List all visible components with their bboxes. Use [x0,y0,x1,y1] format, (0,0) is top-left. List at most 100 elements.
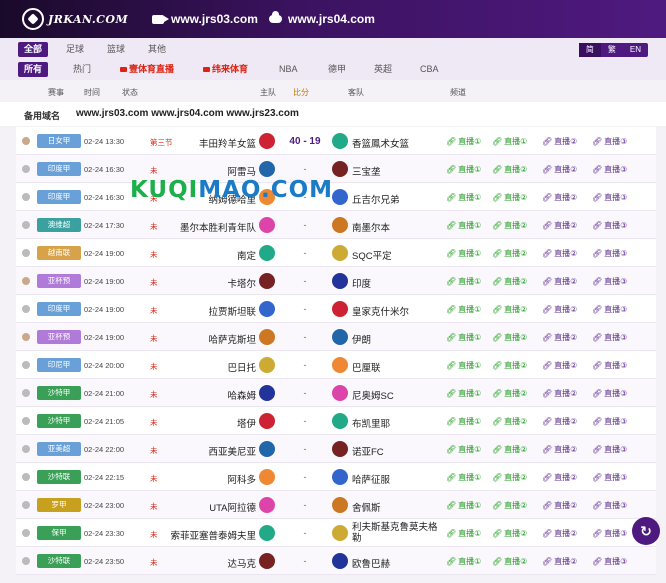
filter-bundesliga[interactable]: 德甲 [322,62,352,77]
stream-link[interactable]: 🔗︎ 直播① [446,556,481,567]
home-team[interactable]: 巴日托 [227,360,256,374]
league-badge[interactable]: 保甲 [37,526,81,540]
stream-link[interactable]: 🔗︎ 直播① [446,304,481,315]
stream-link[interactable]: 🔗︎ 直播② [542,220,577,231]
match-row[interactable]: 沙特甲 02-24 21:05 未塔伊 - 布凯里耶 🔗︎ 直播① 🔗︎ 直播② 🔗︎ 直播② 🔗︎ 直… [16,407,656,435]
domain-link-1[interactable]: www.jrs03.com [152,12,258,26]
tab-other[interactable]: 其他 [142,42,172,57]
match-row[interactable]: 日女甲 02-24 13:30 第三节 丰田羚羊女篮 40 - 19 香篮鳳术女篮 🔗︎ 直播… [16,127,656,155]
home-team[interactable]: 哈森姆 [227,388,256,402]
stream-link[interactable]: 🔗︎ 直播② [492,556,527,567]
match-row[interactable]: 保甲 02-24 23:30 未索菲亚塞普泰姆夫里 - 利夫斯基克鲁莫夫格勒 🔗︎ 直播① 🔗… [16,519,656,547]
league-badge[interactable]: 沙特联 [37,470,81,484]
league-badge[interactable]: 印度甲 [37,302,81,316]
away-team[interactable]: 三宝垄 [352,164,381,178]
away-team[interactable]: 尼奥姆SC [352,388,394,402]
away-team[interactable]: SQC平定 [352,248,392,262]
league-badge[interactable]: 印度甲 [37,162,81,176]
stream-link[interactable]: 🔗︎ 直播① [446,360,481,371]
domain-link-2[interactable]: www.jrs04.com [269,11,375,26]
stream-link[interactable]: 🔗︎ 直播① [446,388,481,399]
lang-english[interactable]: EN [623,43,648,57]
home-team[interactable]: 墨尔本胜利青年队 [180,220,256,234]
home-team[interactable]: 达马克 [227,556,256,570]
stream-link[interactable]: 🔗︎ 直播③ [592,276,627,287]
tab-all-sports[interactable]: 全部 [18,42,49,57]
stream-link[interactable]: 🔗︎ 直播① [446,528,481,539]
stream-link[interactable]: 🔗︎ 直播② [542,444,577,455]
stream-link[interactable]: 🔗︎ 直播② [492,276,527,287]
stream-link[interactable]: 🔗︎ 直播① [446,164,481,175]
away-team[interactable]: 欧鲁巴赫 [352,556,390,570]
stream-link[interactable]: 🔗︎ 直播② [542,136,577,147]
stream-link[interactable]: 🔗︎ 直播① [446,500,481,511]
league-badge[interactable]: 日女甲 [37,134,81,148]
stream-link[interactable]: 🔗︎ 直播① [446,472,481,483]
home-team[interactable]: 西亚美尼亚 [208,444,256,458]
league-badge[interactable]: 印度甲 [37,190,81,204]
match-row[interactable]: 印度甲 02-24 19:00 未拉贾斯坦联 - 皇家克什米尔 🔗︎ 直播① 🔗︎ 直播② 🔗︎ 直… [16,295,656,323]
stream-link[interactable]: 🔗︎ 直播③ [592,304,627,315]
stream-link[interactable]: 🔗︎ 直播② [542,556,577,567]
filter-nba[interactable]: NBA [273,62,304,77]
stream-link[interactable]: 🔗︎ 直播③ [592,360,627,371]
stream-link[interactable]: 🔗︎ 直播① [492,136,527,147]
away-team[interactable]: 伊朗 [352,332,371,346]
filter-all[interactable]: 所有 [18,62,49,77]
league-badge[interactable]: 亚杯预 [37,330,81,344]
stream-link[interactable]: 🔗︎ 直播① [446,248,481,259]
league-badge[interactable]: 亚美超 [37,442,81,456]
stream-link[interactable]: 🔗︎ 直播② [542,192,577,203]
match-row[interactable]: 越南联 02-24 19:00 未南定 - SQC平定 🔗︎ 直播① 🔗︎ 直播② 🔗︎ 直播② 🔗︎… [16,239,656,267]
away-team[interactable]: 巴厘联 [352,360,381,374]
stream-link[interactable]: 🔗︎ 直播② [492,360,527,371]
stream-link[interactable]: 🔗︎ 直播② [542,360,577,371]
filter-cba[interactable]: CBA [414,62,445,77]
stream-link[interactable]: 🔗︎ 直播② [542,164,577,175]
league-badge[interactable]: 澳维超 [37,218,81,232]
match-row[interactable]: 印度甲 02-24 16:30 未阿雷马 - 三宝垄 🔗︎ 直播① 🔗︎ 直播② 🔗︎ 直播② 🔗︎ 直… [16,155,656,183]
stream-link[interactable]: 🔗︎ 直播② [492,416,527,427]
league-badge[interactable]: 沙特甲 [37,414,81,428]
stream-link[interactable]: 🔗︎ 直播① [446,332,481,343]
match-row[interactable]: 澳维超 02-24 17:30 未墨尔本胜利青年队 - 南墨尔本 🔗︎ 直播① 🔗︎ 直播② 🔗︎… [16,211,656,239]
lang-traditional[interactable]: 繁 [601,43,623,57]
stream-link[interactable]: 🔗︎ 直播② [492,444,527,455]
home-team[interactable]: 阿科多 [227,472,256,486]
match-row[interactable]: 亚杯预 02-24 19:00 未哈萨克斯坦 - 伊朗 🔗︎ 直播① 🔗︎ 直播② 🔗︎ 直播② 🔗︎… [16,323,656,351]
stream-link[interactable]: 🔗︎ 直播③ [592,332,627,343]
away-team[interactable]: 布凯里耶 [352,416,390,430]
stream-link[interactable]: 🔗︎ 直播③ [592,136,627,147]
stream-link[interactable]: 🔗︎ 直播② [542,388,577,399]
away-team[interactable]: 丘吉尔兄弟 [352,192,400,206]
stream-link[interactable]: 🔗︎ 直播② [542,500,577,511]
filter-epl[interactable]: 英超 [368,62,398,77]
lang-simplified[interactable]: 简 [578,43,601,57]
match-row[interactable]: 罗甲 02-24 23:00 未 UTA阿拉德 - 舍佩斯 🔗︎ 直播① 🔗︎ 直播② 🔗︎ 直播② 🔗… [16,491,656,519]
home-team[interactable]: 阿雷马 [227,164,256,178]
stream-link[interactable]: 🔗︎ 直播② [542,416,577,427]
stream-link[interactable]: 🔗︎ 直播③ [592,248,627,259]
home-team[interactable]: 塔伊 [237,416,256,430]
stream-link[interactable]: 🔗︎ 直播② [542,248,577,259]
stream-link[interactable]: 🔗︎ 直播② [492,528,527,539]
home-team[interactable]: 丰田羚羊女篮 [199,136,256,150]
league-badge[interactable]: 罗甲 [37,498,81,512]
league-badge[interactable]: 亚杯预 [37,274,81,288]
stream-link[interactable]: 🔗︎ 直播② [492,220,527,231]
site-logo[interactable]: JRKAN.COM [22,7,128,31]
stream-link[interactable]: 🔗︎ 直播② [542,304,577,315]
home-team[interactable]: 卡塔尔 [227,276,256,290]
away-team[interactable]: 利夫斯基克鲁莫夫格勒 [352,522,442,544]
stream-link[interactable]: 🔗︎ 直播③ [592,388,627,399]
away-team[interactable]: 印度 [352,276,371,290]
stream-link[interactable]: 🔗︎ 直播② [492,472,527,483]
league-badge[interactable]: 印尼甲 [37,358,81,372]
stream-link[interactable]: 🔗︎ 直播① [446,136,481,147]
home-team[interactable]: 哈萨克斯坦 [208,332,256,346]
stream-link[interactable]: 🔗︎ 直播② [492,500,527,511]
match-row[interactable]: 印尼甲 02-24 20:00 未巴日托 - 巴厘联 🔗︎ 直播① 🔗︎ 直播② 🔗︎ 直播② 🔗︎ 直… [16,351,656,379]
stream-link[interactable]: 🔗︎ 直播② [492,304,527,315]
home-team[interactable]: UTA阿拉德 [209,500,256,514]
tab-football[interactable]: 足球 [60,42,90,57]
